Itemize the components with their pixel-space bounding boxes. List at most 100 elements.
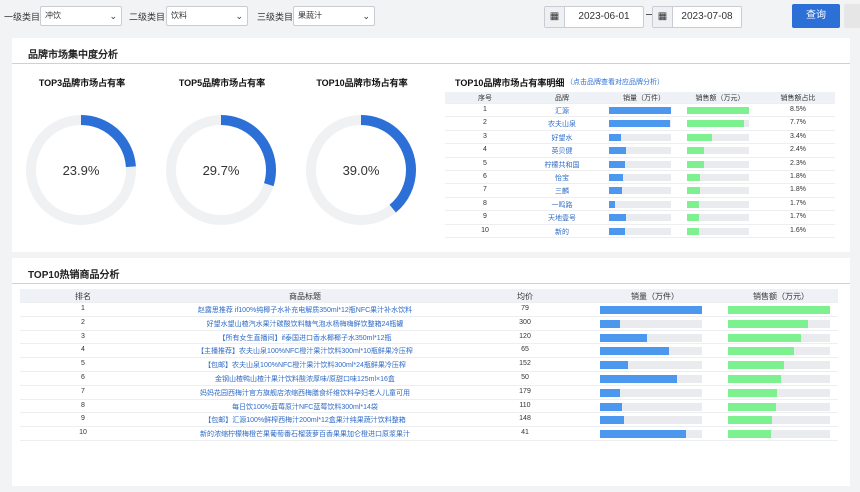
brand-link[interactable]: 天地壹号: [525, 213, 599, 223]
brand-link[interactable]: 农夫山泉: [525, 119, 599, 129]
cat3-select[interactable]: 果蔬汁 ⌄: [293, 6, 375, 26]
sales-bar-fill: [609, 200, 616, 208]
table-row: 2 农夫山泉 7.7%: [445, 117, 835, 131]
product-title-link[interactable]: 【主播推荐】农夫山泉100%NFC橙汁果汁饮料300ml*10瓶鲜果冷压榨: [146, 346, 464, 356]
sales-bar: [609, 147, 671, 155]
product-title-link[interactable]: 赵露思推荐 if100%纯椰子水补充电解质350ml*12瓶NFC果汁补水饮料: [146, 305, 464, 315]
revenue-bar: [728, 333, 830, 342]
sales-bar-fill: [609, 133, 622, 141]
product-title-link[interactable]: 每日饮100%蓝莓原汁NFC蓝莓饮料300ml*14袋: [146, 402, 464, 412]
table-row: 10 新的 1.6%: [445, 225, 835, 238]
header-share[interactable]: 销售额占比: [763, 93, 833, 103]
sales-bar: [609, 120, 671, 128]
header-sales[interactable]: 销量（万件）: [609, 93, 679, 103]
reset-button[interactable]: [844, 4, 860, 28]
sales-bar-fill: [600, 430, 686, 439]
revenue-bar-fill: [728, 347, 795, 356]
table-row: 9 天地壹号 1.7%: [445, 211, 835, 225]
sales-bar-fill: [600, 347, 670, 356]
revenue-bar-fill: [728, 430, 771, 439]
row-rank: 4: [483, 146, 487, 154]
product-title-link[interactable]: 金钢山楂鸭山楂汁果汁饮料酸浓厚味/原甜口味125ml×16盒: [146, 374, 464, 384]
table-row: 5 【包邮】农夫山泉100%NFC橙汁果汁饮料300ml*24瓶鲜果冷压榨 152: [20, 358, 838, 372]
brand-link[interactable]: 三麟: [525, 186, 599, 196]
row-price: 148: [519, 415, 531, 423]
sales-bar: [600, 347, 702, 356]
row-share: 8.5%: [790, 106, 806, 113]
donut-value-top3: 23.9%: [62, 163, 100, 178]
table-row: 1 赵露思推荐 if100%纯椰子水补充电解质350ml*12瓶NFC果汁补水饮料…: [20, 303, 838, 317]
row-rank: 7: [81, 387, 85, 395]
revenue-bar-fill: [687, 214, 700, 222]
revenue-bar: [728, 388, 830, 397]
table-row: 9 【包邮】汇源100%鲜榨西梅汁200ml*12盒果汁纯果蔬汁饮料整箱 148: [20, 413, 838, 428]
detail-table-hint-link[interactable]: （点击品牌查看对应品牌分析）: [566, 77, 664, 87]
donut-title-top5: TOP5品牌市场占有率: [178, 78, 266, 88]
header-price[interactable]: 均价: [480, 291, 570, 302]
cat1-select[interactable]: 冲饮 ⌄: [40, 6, 122, 26]
sales-bar: [600, 402, 702, 411]
brand-link[interactable]: 一鸣路: [525, 200, 599, 210]
product-title-link[interactable]: 妈妈花园西梅汁官方旗舰店浓缩西梅膳食纤维饮料孕妇老人儿童可用: [146, 388, 464, 398]
header-revenue[interactable]: 销售额（万元）: [728, 291, 834, 302]
brand-link[interactable]: 汇源: [525, 106, 599, 116]
table-row: 7 妈妈花园西梅汁官方旗舰店浓缩西梅膳食纤维饮料孕妇老人儿童可用 179: [20, 386, 838, 400]
row-share: 2.4%: [790, 146, 806, 154]
brand-link[interactable]: 新的: [525, 227, 599, 237]
revenue-bar: [728, 347, 830, 356]
revenue-bar-fill: [728, 416, 772, 425]
product-title-link[interactable]: 新的浓缩柠檬梅橙芒果葡萄番石榴菠萝百香果果加仑橙进口原浆果汁: [146, 429, 464, 439]
chevron-down-icon: ⌄: [109, 11, 117, 21]
product-title-link[interactable]: 好望水望山楂汽水果汁碳酸饮料糖气泡水杨梅嗨鲜饮整箱24瓶罐: [146, 319, 464, 329]
chevron-down-icon: ⌄: [235, 11, 243, 21]
revenue-bar-fill: [728, 361, 785, 370]
sales-bar-fill: [609, 187, 623, 195]
start-date-picker[interactable]: ▦ 2023-06-01: [544, 6, 644, 28]
revenue-bar: [687, 173, 749, 181]
header-rank: 序号: [478, 95, 492, 102]
revenue-bar: [728, 319, 830, 328]
cat1-value: 冲饮: [45, 11, 61, 20]
sales-bar: [600, 430, 702, 439]
revenue-bar-fill: [728, 388, 777, 397]
detail-table-title: TOP10品牌市场占有率明细: [455, 78, 565, 88]
brand-link[interactable]: 柠檬共和国: [525, 160, 599, 170]
sales-bar: [600, 319, 702, 328]
row-rank: 9: [81, 415, 85, 423]
revenue-bar-fill: [687, 200, 700, 208]
brand-link[interactable]: 英贝健: [525, 146, 599, 156]
header-brand: 品牌: [555, 95, 569, 102]
sales-bar: [609, 227, 671, 235]
product-title-link[interactable]: 【包邮】农夫山泉100%NFC橙汁果汁饮料300ml*24瓶鲜果冷压榨: [146, 360, 464, 370]
header-sales[interactable]: 销量（万件）: [600, 291, 710, 302]
sales-bar-fill: [609, 120, 670, 128]
revenue-bar: [687, 227, 749, 235]
sales-bar-fill: [600, 402, 623, 411]
sales-bar: [600, 416, 702, 425]
product-title-link[interactable]: 【包邮】汇源100%鲜榨西梅汁200ml*12盒果汁纯果蔬汁饮料整箱: [146, 415, 464, 425]
brand-link[interactable]: 好望水: [525, 133, 599, 143]
query-button[interactable]: 查询: [792, 4, 840, 28]
filter-bar: 一级类目： 冲饮 ⌄ 二级类目： 饮料 ⌄ 三级类目： 果蔬汁 ⌄ ▦ 2023…: [0, 0, 860, 36]
sales-bar-fill: [600, 388, 621, 397]
revenue-bar: [728, 416, 830, 425]
row-price: 65: [521, 346, 529, 354]
brand-link[interactable]: 怡宝: [525, 173, 599, 183]
table-row: 1 汇源 8.5%: [445, 104, 835, 118]
row-share: 1.7%: [790, 213, 806, 221]
row-share: 1.7%: [790, 199, 806, 207]
revenue-bar-fill: [687, 187, 701, 195]
table-header-row: 排名 商品标题 均价 销量（万件） 销售额（万元）: [20, 289, 838, 303]
end-date-picker[interactable]: ▦ 2023-07-08: [652, 6, 742, 28]
row-rank: 8: [81, 401, 85, 409]
revenue-bar: [687, 214, 749, 222]
cat2-select[interactable]: 饮料 ⌄: [166, 6, 248, 26]
product-title-link[interactable]: 【所有女生直播间】if泰国进口香水椰椰子水350ml*12瓶: [146, 333, 464, 343]
donut-title-top3: TOP3品牌市场占有率: [38, 78, 126, 88]
header-rank: 排名: [75, 292, 91, 301]
sales-bar: [600, 388, 702, 397]
calendar-icon: ▦: [545, 7, 565, 27]
row-share: 7.7%: [790, 119, 806, 127]
header-revenue[interactable]: 销售额（万元）: [685, 93, 755, 103]
row-rank: 10: [79, 429, 87, 437]
